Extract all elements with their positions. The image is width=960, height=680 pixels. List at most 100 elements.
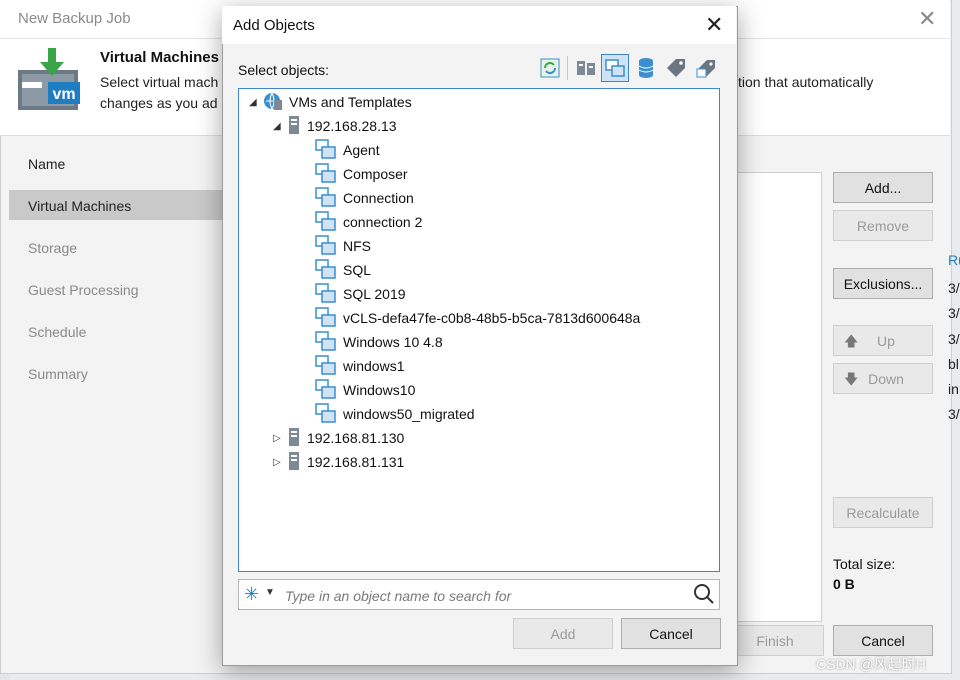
- collapsed-arrow-icon[interactable]: ▷: [273, 433, 287, 444]
- dialog-cancel-button[interactable]: Cancel: [621, 618, 721, 649]
- down-label: Down: [868, 371, 904, 387]
- vm-icon: [315, 162, 337, 186]
- chevron-down-icon[interactable]: ▼: [265, 587, 275, 598]
- tree-item-vm[interactable]: SQL 2019: [315, 282, 406, 306]
- side-cutoff-text: bl: [948, 356, 959, 372]
- wizard-title: New Backup Job: [18, 10, 131, 27]
- tree-item-vm[interactable]: windows1: [315, 354, 405, 377]
- vm-logo-icon: vm: [14, 44, 84, 116]
- tree-item-vm[interactable]: Connection: [315, 186, 414, 210]
- up-label: Up: [877, 333, 895, 349]
- dialog-add-button[interactable]: Add: [513, 618, 613, 649]
- nav-item-schedule[interactable]: Schedule: [28, 324, 86, 340]
- tree-item-vm[interactable]: Composer: [315, 162, 408, 186]
- tree-item-host[interactable]: ▷ 192.168.81.130: [273, 427, 404, 449]
- vm-icon: [315, 138, 337, 162]
- down-button[interactable]: 🡇 Down: [833, 363, 933, 394]
- tree-item-vm[interactable]: Windows 10 4.8: [315, 330, 443, 354]
- host-icon: [287, 115, 301, 138]
- vm-icon: [315, 186, 337, 210]
- tree-label: windows1: [343, 358, 405, 374]
- vms-and-templates-icon[interactable]: [601, 54, 629, 82]
- tree-label: 192.168.28.13: [307, 118, 397, 134]
- host-icon: [287, 427, 301, 450]
- tree-label: NFS: [343, 238, 371, 254]
- tree-label: SQL 2019: [343, 286, 406, 302]
- wizard-close-icon[interactable]: ✕: [918, 6, 936, 32]
- tree-label: SQL: [343, 262, 372, 278]
- tree-item-vm[interactable]: Agent: [315, 138, 380, 162]
- search-icon[interactable]: [693, 583, 715, 608]
- objects-list-panel[interactable]: [736, 172, 822, 622]
- collapsed-arrow-icon[interactable]: ▷: [273, 457, 287, 468]
- objects-tree[interactable]: [238, 88, 720, 572]
- tree-item-vm[interactable]: NFS: [315, 234, 371, 258]
- tree-label: Windows10: [343, 382, 416, 398]
- vm-icon: [315, 330, 337, 354]
- vm-icon: [315, 258, 337, 282]
- vm-icon: [315, 234, 337, 258]
- vcenter-icon: [263, 91, 283, 114]
- up-button[interactable]: 🡅 Up: [833, 325, 933, 356]
- dialog-close-icon[interactable]: ✕: [705, 12, 723, 38]
- search-input[interactable]: [283, 584, 687, 608]
- arrow-up-icon: 🡅: [844, 333, 859, 349]
- tree-item-vm[interactable]: SQL: [315, 258, 372, 282]
- exclusions-button[interactable]: Exclusions...: [833, 268, 933, 299]
- tags-icon[interactable]: [662, 54, 690, 82]
- tree-item-root[interactable]: ◢ VMs and Templates: [249, 91, 412, 113]
- tree-item-vm[interactable]: vCLS-defa47fe-c0b8-48b5-b5ca-7813d600648…: [315, 306, 640, 330]
- tree-label: Agent: [343, 142, 380, 158]
- vm-icon: [315, 210, 337, 234]
- search-scope-icon[interactable]: ✳: [244, 584, 259, 605]
- tree-item-vm[interactable]: windows50_migrated: [315, 402, 475, 426]
- side-cutoff-text: 3/: [948, 331, 960, 347]
- nav-item-guest-processing[interactable]: Guest Processing: [28, 282, 139, 298]
- dialog-title: Add Objects: [233, 17, 315, 34]
- tree-label: 192.168.81.131: [307, 454, 405, 470]
- remove-button[interactable]: Remove: [833, 210, 933, 241]
- nav-item-virtual-machines[interactable]: Virtual Machines: [28, 198, 131, 214]
- tree-label: VMs and Templates: [289, 94, 412, 110]
- side-cutoff-text: 3/: [948, 406, 960, 422]
- tree-label: Connection: [343, 190, 414, 206]
- recalculate-button[interactable]: Recalculate: [833, 497, 933, 528]
- nav-item-name[interactable]: Name: [28, 156, 65, 172]
- side-cutoff-text: 3/: [948, 280, 960, 296]
- tree-label: Composer: [343, 166, 408, 182]
- refresh-icon[interactable]: [536, 54, 564, 82]
- nav-item-summary[interactable]: Summary: [28, 366, 88, 382]
- header-description-line2: changes as you ad: [100, 95, 218, 111]
- datastores-icon[interactable]: [632, 54, 660, 82]
- tree-label: windows50_migrated: [343, 406, 475, 422]
- search-box: ✳ ▼: [238, 579, 720, 610]
- tree-item-host[interactable]: ◢ 192.168.28.13: [273, 115, 397, 137]
- wizard-cancel-button[interactable]: Cancel: [833, 625, 933, 656]
- tree-label: 192.168.81.130: [307, 430, 405, 446]
- vm-tags-icon[interactable]: [692, 54, 720, 82]
- tree-item-host[interactable]: ▷ 192.168.81.131: [273, 451, 404, 473]
- side-cutoff-text: 3/: [948, 305, 960, 321]
- vm-icon: [315, 282, 337, 306]
- expanded-arrow-icon[interactable]: ◢: [273, 121, 287, 132]
- watermark: CSDN @风起时H: [816, 656, 926, 672]
- expanded-arrow-icon[interactable]: ◢: [249, 97, 263, 108]
- nav-item-storage[interactable]: Storage: [28, 240, 77, 256]
- tree-item-vm[interactable]: Windows10: [315, 378, 416, 402]
- finish-button[interactable]: Finish: [726, 625, 824, 656]
- vm-icon: [315, 306, 337, 330]
- total-size-label: Total size:: [833, 556, 896, 572]
- select-objects-label: Select objects:: [238, 62, 330, 78]
- add-button[interactable]: Add...: [833, 172, 933, 203]
- tree-item-vm[interactable]: connection 2: [315, 210, 422, 234]
- hosts-and-clusters-icon[interactable]: [572, 54, 600, 82]
- toolbar-separator: [567, 56, 568, 80]
- vm-logo-text: vm: [52, 86, 75, 103]
- vm-icon: [315, 378, 337, 402]
- arrow-down-icon: 🡇: [844, 371, 859, 387]
- side-cutoff-text: Ru: [948, 252, 960, 268]
- vm-icon: [315, 402, 337, 426]
- header-description-start: Select virtual mach: [100, 74, 219, 90]
- header-title: Virtual Machines: [100, 49, 219, 66]
- host-icon: [287, 451, 301, 474]
